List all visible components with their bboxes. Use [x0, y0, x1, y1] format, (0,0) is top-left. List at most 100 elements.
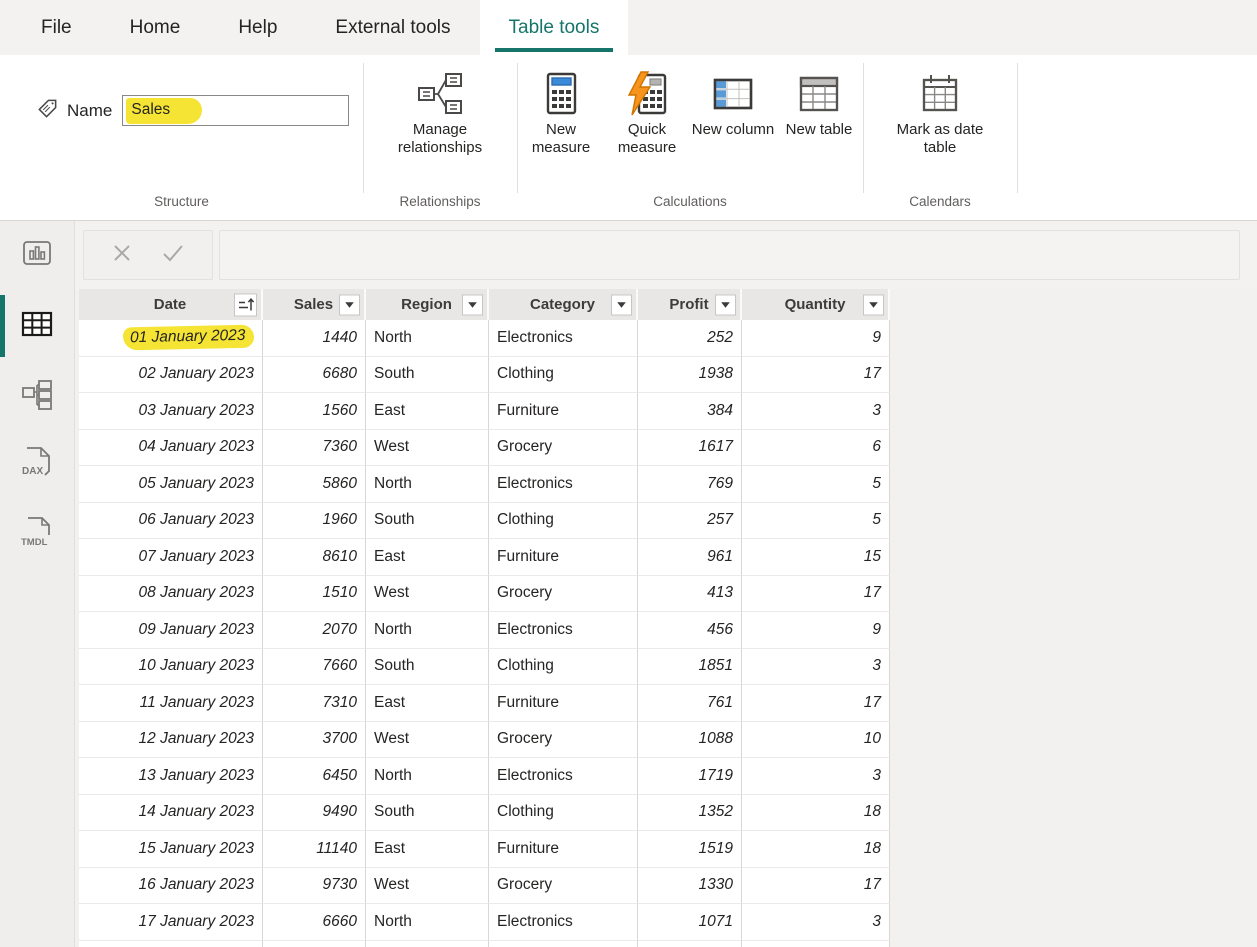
- grid-cell-date[interactable]: 10 January 2023: [79, 649, 263, 686]
- manage-relationships-button[interactable]: Manage relationships: [379, 63, 501, 158]
- sidebar-item-model-view[interactable]: [0, 361, 74, 431]
- tab-external-tools[interactable]: External tools: [306, 0, 479, 55]
- grid-cell-quantity[interactable]: 5: [742, 466, 890, 503]
- grid-cell-quantity[interactable]: 3: [742, 758, 890, 795]
- grid-cell-category[interactable]: Grocery: [489, 430, 638, 467]
- grid-cell-sales[interactable]: 6660: [263, 904, 366, 941]
- grid-cell-sales[interactable]: 8610: [263, 539, 366, 576]
- grid-cell-sales[interactable]: 5860: [263, 466, 366, 503]
- grid-cell-category[interactable]: Furniture: [489, 685, 638, 722]
- grid-cell-sales[interactable]: 11140: [263, 831, 366, 868]
- filter-dropdown-icon[interactable]: [715, 294, 736, 315]
- grid-cell-date[interactable]: 03 January 2023: [79, 393, 263, 430]
- grid-cell-profit[interactable]: 1071: [638, 904, 742, 941]
- grid-cell-quantity[interactable]: 18: [742, 831, 890, 868]
- column-header-quantity[interactable]: Quantity: [742, 289, 890, 320]
- column-header-profit[interactable]: Profit: [638, 289, 742, 320]
- grid-cell-category[interactable]: Clothing: [489, 503, 638, 540]
- filter-dropdown-icon[interactable]: [611, 294, 632, 315]
- grid-cell-profit[interactable]: 1617: [638, 430, 742, 467]
- grid-cell-region[interactable]: West: [366, 576, 489, 613]
- grid-cell-sales[interactable]: 2070: [263, 612, 366, 649]
- grid-cell-date[interactable]: 15 January 2023: [79, 831, 263, 868]
- grid-cell-quantity[interactable]: 3: [742, 649, 890, 686]
- grid-cell-quantity[interactable]: 17: [742, 868, 890, 905]
- grid-cell-date[interactable]: 17 January 2023: [79, 904, 263, 941]
- grid-cell-sales[interactable]: 3700: [263, 722, 366, 759]
- grid-cell-quantity[interactable]: 15: [742, 539, 890, 576]
- grid-cell-sales[interactable]: 7660: [263, 649, 366, 686]
- grid-cell-region[interactable]: East: [366, 539, 489, 576]
- grid-cell-category[interactable]: Clothing: [489, 649, 638, 686]
- new-measure-button[interactable]: New measure: [519, 63, 603, 158]
- formula-input[interactable]: [219, 230, 1240, 280]
- grid-cell-profit[interactable]: 1352: [638, 795, 742, 832]
- grid-cell-quantity[interactable]: 10: [742, 722, 890, 759]
- grid-cell-sales[interactable]: 9490: [263, 795, 366, 832]
- grid-cell-date[interactable]: 16 January 2023: [79, 868, 263, 905]
- tab-table-tools[interactable]: Table tools: [480, 0, 629, 55]
- grid-cell-quantity[interactable]: 6: [742, 430, 890, 467]
- grid-cell-category[interactable]: Grocery: [489, 722, 638, 759]
- commit-check-icon[interactable]: [160, 241, 186, 270]
- grid-cell-region[interactable]: West: [366, 722, 489, 759]
- quick-measure-button[interactable]: Quick measure: [605, 63, 689, 158]
- column-header-region[interactable]: Region: [366, 289, 489, 320]
- filter-dropdown-icon[interactable]: [462, 294, 483, 315]
- grid-cell-region[interactable]: South: [366, 649, 489, 686]
- grid-cell-category[interactable]: Clothing: [489, 795, 638, 832]
- grid-cell-category[interactable]: Electronics: [489, 904, 638, 941]
- grid-cell-quantity[interactable]: 18: [742, 795, 890, 832]
- grid-cell-category[interactable]: Grocery: [489, 576, 638, 613]
- grid-cell-region[interactable]: South: [366, 357, 489, 394]
- grid-cell-category[interactable]: Furniture: [489, 539, 638, 576]
- grid-cell-date[interactable]: 11 January 2023: [79, 685, 263, 722]
- grid-cell-profit[interactable]: 257: [638, 503, 742, 540]
- grid-cell-category[interactable]: Furniture: [489, 831, 638, 868]
- grid-cell-profit[interactable]: 413: [638, 576, 742, 613]
- grid-cell-date[interactable]: 12 January 2023: [79, 722, 263, 759]
- grid-cell-date[interactable]: 08 January 2023: [79, 576, 263, 613]
- grid-cell-sales[interactable]: 1960: [263, 503, 366, 540]
- sidebar-item-dax-query-view[interactable]: DAX: [0, 431, 74, 501]
- sidebar-item-table-view[interactable]: [0, 291, 74, 361]
- grid-cell-category[interactable]: Electronics: [489, 320, 638, 357]
- grid-cell-region[interactable]: North: [366, 758, 489, 795]
- grid-cell-region[interactable]: West: [366, 430, 489, 467]
- grid-cell-sales[interactable]: 9730: [263, 868, 366, 905]
- grid-cell-date[interactable]: 02 January 2023: [79, 357, 263, 394]
- tab-help[interactable]: Help: [209, 0, 306, 55]
- grid-cell-date[interactable]: 04 January 2023: [79, 430, 263, 467]
- grid-cell-date[interactable]: 07 January 2023: [79, 539, 263, 576]
- grid-cell-profit[interactable]: 1330: [638, 868, 742, 905]
- grid-cell-quantity[interactable]: 17: [742, 685, 890, 722]
- grid-cell-region[interactable]: East: [366, 393, 489, 430]
- grid-cell-category[interactable]: Electronics: [489, 612, 638, 649]
- grid-cell-sales[interactable]: 6450: [263, 758, 366, 795]
- grid-cell-profit[interactable]: 961: [638, 539, 742, 576]
- sidebar-item-tmdl-view[interactable]: TMDL: [0, 501, 74, 571]
- grid-cell-quantity[interactable]: 3: [742, 904, 890, 941]
- grid-cell-quantity[interactable]: 17: [742, 576, 890, 613]
- sort-ascending-icon[interactable]: [234, 293, 257, 316]
- grid-cell-date[interactable]: 01 January 2023: [79, 320, 263, 357]
- grid-cell-profit[interactable]: 456: [638, 612, 742, 649]
- grid-cell-quantity[interactable]: 9: [742, 612, 890, 649]
- grid-cell-profit[interactable]: 384: [638, 393, 742, 430]
- grid-cell-date[interactable]: 14 January 2023: [79, 795, 263, 832]
- grid-cell-category[interactable]: Electronics: [489, 466, 638, 503]
- grid-cell-profit[interactable]: 761: [638, 685, 742, 722]
- mark-as-date-table-button[interactable]: Mark as date table: [879, 63, 1001, 158]
- grid-cell-category[interactable]: Furniture: [489, 393, 638, 430]
- grid-cell-profit[interactable]: 769: [638, 466, 742, 503]
- grid-cell-region[interactable]: North: [366, 612, 489, 649]
- grid-cell-profit[interactable]: 1938: [638, 357, 742, 394]
- grid-cell-date[interactable]: 13 January 2023: [79, 758, 263, 795]
- grid-cell-quantity[interactable]: 5: [742, 503, 890, 540]
- filter-dropdown-icon[interactable]: [339, 294, 360, 315]
- grid-cell-sales[interactable]: 6680: [263, 357, 366, 394]
- grid-cell-profit[interactable]: 1719: [638, 758, 742, 795]
- grid-cell-sales[interactable]: 1510: [263, 576, 366, 613]
- grid-cell-region[interactable]: North: [366, 904, 489, 941]
- grid-cell-category[interactable]: Grocery: [489, 868, 638, 905]
